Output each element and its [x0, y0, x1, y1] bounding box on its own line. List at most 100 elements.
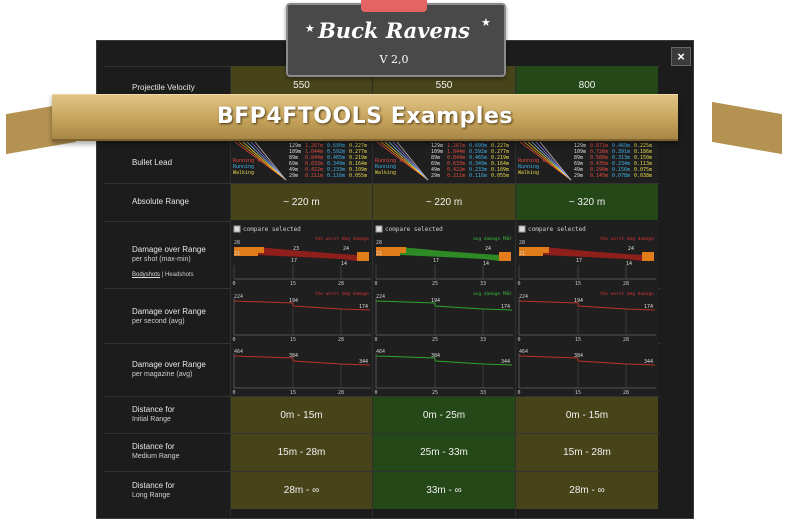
- sec-chart-svg: the worst dmg damage2241941740 15 28: [517, 291, 656, 343]
- bar-value: 24: [343, 246, 349, 252]
- damage-shot-chart-2: compare selected avg damage MSH 28 21 24 17 14…: [373, 221, 515, 288]
- damage-second-chart-3: the worst dmg damage 224 194 174 0 15 28: [516, 288, 658, 343]
- bar-min: 14: [626, 261, 632, 267]
- lead-legend-item: Walking: [375, 170, 396, 176]
- chart-top-label: 224: [519, 294, 528, 300]
- damage-line: [518, 300, 656, 311]
- long-range-2: 33m - ∞: [373, 472, 515, 509]
- chart-top-label: 28: [519, 240, 525, 246]
- compare-checkbox: [233, 225, 241, 233]
- banner-title: BFP4FTOOLS Examples: [217, 104, 513, 129]
- bullet-lead-svg: Running x2RunningWalking129m 1.267m 0.690m…: [233, 141, 367, 181]
- compare-checkbox: [375, 225, 383, 233]
- range-value-3: ~ 320 m: [516, 184, 658, 220]
- bullet-lead-chart-1: Running x2 Running Walking 129m 1.267m 0.690m…: [231, 140, 372, 183]
- bullet-lead-chart-2: Running x2 Running Walking 129m 1.267m 0.690m…: [373, 140, 515, 183]
- lead-value-b: 0.116m: [469, 173, 487, 179]
- mag-chart-svg: 4643843440 15 28: [232, 349, 371, 396]
- x-tick-label: 0: [374, 281, 377, 287]
- damage-shot-svg: compare selected avg damage MSH 28 21 24 17 14…: [374, 225, 513, 287]
- damage-magazine-chart-3: 464 384 344 0 15 28: [516, 343, 658, 396]
- damage-shot-svg: compare selected the worst dmg damage 28 21…: [517, 225, 656, 287]
- damage-bar-end: [357, 252, 369, 261]
- badge-ribbon: [361, 0, 427, 12]
- app-version: V 2,0: [379, 53, 409, 66]
- damage-shot-svg: compare selected the worst dmg damage 28 21…: [232, 225, 371, 287]
- headshots-link[interactable]: Headshots: [165, 272, 194, 278]
- damage-line: [233, 355, 371, 366]
- lead-value-a: 0.211m: [447, 173, 465, 179]
- long-range-3: 28m - ∞: [516, 472, 658, 509]
- x-tick-label: 15: [575, 281, 581, 287]
- damage-bar-marker: [258, 247, 264, 253]
- row-label: Damage over Range per second (avg): [132, 307, 206, 325]
- chart-note: the worst dmg damage: [600, 291, 654, 297]
- bar-min: 17: [576, 258, 582, 264]
- bar-value: 21: [234, 251, 240, 257]
- bullet-lead-chart-3: Running x2 Running Walking 129m 0.871m 0.469m…: [516, 140, 658, 183]
- lead-distance: 29m: [431, 173, 440, 179]
- compare-label: compare selected: [528, 226, 586, 233]
- damage-shot-chart-3: compare selected the worst dmg damage 28 21…: [516, 221, 658, 288]
- bar-value: 24: [485, 246, 491, 252]
- damage-magazine-chart-1: 464 384 344 0 15 28: [231, 343, 372, 396]
- row-label: Damage over Range per shot (max-min): [132, 245, 206, 263]
- lead-value-a: 0.211m: [305, 173, 323, 179]
- damage-line: [375, 300, 513, 311]
- x-tick-label: 28: [623, 281, 629, 287]
- chart-mid-label: 194: [289, 298, 298, 304]
- lead-legend-item: Walking: [518, 170, 539, 176]
- bullet-lead-svg: Running x2RunningWalking129m 0.871m 0.469m…: [518, 141, 652, 181]
- compare-label: compare selected: [385, 226, 443, 233]
- lead-value-a: 0.145m: [590, 173, 608, 179]
- lead-legend-item: Walking: [233, 170, 254, 176]
- damage-magazine-chart-2: 464 384 344 0 25 33: [373, 343, 515, 396]
- chart-mid-label: 194: [431, 298, 440, 304]
- chart-end-label: 174: [501, 304, 510, 310]
- close-button[interactable]: ×: [671, 47, 691, 66]
- damage-shot-chart-1: compare selected the worst dmg damage 28 21…: [231, 221, 372, 288]
- x-tick-label: 28: [338, 281, 344, 287]
- chart-end-label: 344: [644, 359, 653, 365]
- x-tick-label: 33: [480, 281, 486, 287]
- chart-mid-label: 384: [431, 353, 440, 359]
- bar-min: 14: [483, 261, 489, 267]
- damage-line: [518, 355, 656, 366]
- chart-end-label: 344: [501, 359, 510, 365]
- x-tick-label: 15: [290, 281, 296, 287]
- row-label: Absolute Range: [132, 197, 189, 206]
- shot-type-toggle: Bodyshots | Headshots: [132, 272, 194, 278]
- lead-value-c: 0.055m: [491, 173, 509, 179]
- damage-bar-end: [499, 252, 511, 261]
- banner-ribbon: BFP4FTOOLS Examples: [52, 94, 678, 141]
- sec-chart-svg: the worst dmg damage2241941740 15 28: [232, 291, 371, 343]
- bullet-lead-svg: Running x2RunningWalking129m 1.267m 0.690m…: [375, 141, 509, 181]
- chart-mid-label: 194: [574, 298, 583, 304]
- damage-second-chart-1: the worst dmg damage 224 194 174 0 15 28: [231, 288, 372, 343]
- medium-range-2: 25m - 33m: [373, 434, 515, 471]
- initial-range-1: 0m - 15m: [231, 397, 372, 433]
- bar-value: 21: [519, 251, 525, 257]
- damage-bar-marker: [400, 247, 406, 253]
- bar-min: 14: [341, 261, 347, 267]
- x-tick-label: 0: [517, 281, 520, 287]
- range-value-2: ~ 220 m: [373, 184, 515, 220]
- bar-min: 17: [291, 258, 297, 264]
- banner-tail-right: [712, 101, 782, 155]
- initial-range-2: 0m - 25m: [373, 397, 515, 433]
- chart-mid-label: 384: [574, 353, 583, 359]
- x-tick-label: 25: [432, 281, 438, 287]
- bodyshots-link[interactable]: Bodyshots: [132, 272, 160, 278]
- row-label: Projectile Velocity: [132, 83, 195, 92]
- sec-chart-svg: avg damage MSH2241941740 25 33: [374, 291, 513, 343]
- chart-top-label: 224: [234, 294, 243, 300]
- x-tick-label: 0: [232, 281, 235, 287]
- chart-end-label: 174: [359, 304, 368, 310]
- row-label: Distance for Long Range: [132, 481, 175, 499]
- bar-value: 24: [628, 246, 634, 252]
- lead-distance: 29m: [574, 173, 583, 179]
- bar-min: 17: [433, 258, 439, 264]
- mag-chart-svg: 4643843440 15 28: [517, 349, 656, 396]
- compare-label: compare selected: [243, 226, 301, 233]
- chart-end-label: 174: [644, 304, 653, 310]
